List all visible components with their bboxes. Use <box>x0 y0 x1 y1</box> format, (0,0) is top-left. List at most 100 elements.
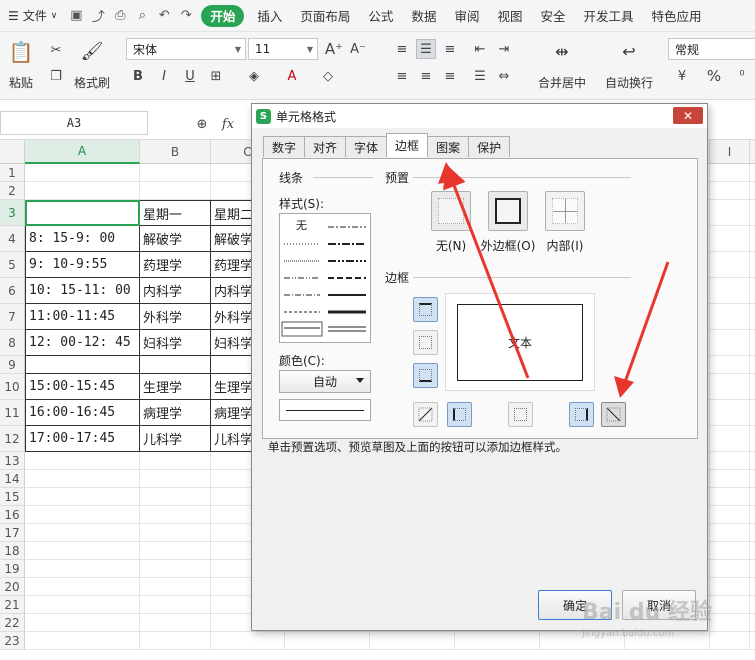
row-header-16[interactable]: 16 <box>0 506 25 524</box>
distribute-icon[interactable]: ⇔ <box>494 66 514 86</box>
export-icon[interactable]: ⤴ <box>87 5 109 27</box>
row-header-5[interactable]: 5 <box>0 252 25 278</box>
tab-data[interactable]: 数据 <box>402 0 445 32</box>
cancel-button[interactable]: 取消 <box>622 590 696 620</box>
cell-b12[interactable]: 儿科学 <box>140 426 211 452</box>
grid-cell[interactable] <box>750 614 755 632</box>
align-middle-icon[interactable]: ☰ <box>416 39 436 59</box>
undo-icon[interactable]: ↶ <box>153 5 175 27</box>
preset-inside-button[interactable] <box>545 191 585 231</box>
tab-security[interactable]: 安全 <box>531 0 574 32</box>
tab-formulas[interactable]: 公式 <box>359 0 402 32</box>
paste-button[interactable]: 📋 粘贴 <box>4 40 38 91</box>
grid-cell[interactable] <box>625 632 710 650</box>
tab-view[interactable]: 视图 <box>488 0 531 32</box>
cell-b1[interactable] <box>140 164 211 182</box>
grid-cell[interactable] <box>710 506 750 524</box>
grid-cell[interactable] <box>750 452 755 470</box>
row-header-13[interactable]: 13 <box>0 452 25 470</box>
grid-cell[interactable] <box>710 426 750 452</box>
row-header-20[interactable]: 20 <box>0 578 25 596</box>
cell-c23[interactable] <box>211 632 285 650</box>
grid-cell[interactable] <box>455 632 540 650</box>
print-icon[interactable]: ⎙ <box>109 5 131 27</box>
cell-a16[interactable] <box>25 506 140 524</box>
tab-insert[interactable]: 插入 <box>248 0 291 32</box>
column-header-i[interactable]: I <box>710 140 750 164</box>
cell-a22[interactable] <box>25 614 140 632</box>
wrap-text-button[interactable]: ↩ 自动换行 <box>598 40 660 91</box>
cell-b22[interactable] <box>140 614 211 632</box>
cell-a3[interactable] <box>25 200 140 226</box>
percent-icon[interactable]: % <box>704 66 724 86</box>
cell-b7[interactable]: 外科学 <box>140 304 211 330</box>
grid-cell[interactable] <box>710 542 750 560</box>
cell-b5[interactable]: 药理学 <box>140 252 211 278</box>
row-header-21[interactable]: 21 <box>0 596 25 614</box>
tab-developer[interactable]: 开发工具 <box>575 0 643 32</box>
cell-a2[interactable] <box>25 182 140 200</box>
row-header-8[interactable]: 8 <box>0 330 25 356</box>
italic-icon[interactable]: I <box>154 66 174 86</box>
grid-cell[interactable] <box>750 252 755 278</box>
grid-cell[interactable] <box>750 632 755 650</box>
row-header-23[interactable]: 23 <box>0 632 25 650</box>
cell-a6[interactable]: 10: 15-11: 00 <box>25 278 140 304</box>
cell-a5[interactable]: 9: 10-9:55 <box>25 252 140 278</box>
row-header-7[interactable]: 7 <box>0 304 25 330</box>
row-header-10[interactable]: 10 <box>0 374 25 400</box>
grid-cell[interactable] <box>710 488 750 506</box>
grid-cell[interactable] <box>750 470 755 488</box>
cell-b16[interactable] <box>140 506 211 524</box>
border-bottom-button[interactable] <box>413 363 438 388</box>
grid-cell[interactable] <box>285 632 370 650</box>
tab-protection[interactable]: 保护 <box>468 136 511 157</box>
grid-cell[interactable] <box>710 374 750 400</box>
grid-cell[interactable] <box>750 164 755 182</box>
copy-icon[interactable]: ❐ <box>46 66 66 86</box>
zoom-icon[interactable]: ⊕ <box>192 114 212 134</box>
tab-page-layout[interactable]: 页面布局 <box>291 0 359 32</box>
cell-b19[interactable] <box>140 560 211 578</box>
cell-a9[interactable] <box>25 356 140 374</box>
grid-cell[interactable] <box>710 330 750 356</box>
tab-review[interactable]: 审阅 <box>445 0 488 32</box>
grid-cell[interactable] <box>750 524 755 542</box>
row-header-19[interactable]: 19 <box>0 560 25 578</box>
format-painter-button[interactable]: 🖌 格式刷 <box>72 40 112 91</box>
cell-b13[interactable] <box>140 452 211 470</box>
row-header-1[interactable]: 1 <box>0 164 25 182</box>
grid-cell[interactable] <box>710 632 750 650</box>
cell-a13[interactable] <box>25 452 140 470</box>
print-preview-icon[interactable]: ⌕ <box>131 5 153 27</box>
row-header-9[interactable]: 9 <box>0 356 25 374</box>
save-icon[interactable]: ▣ <box>65 5 87 27</box>
clear-format-icon[interactable]: ◇ <box>318 66 338 86</box>
fill-color-icon[interactable]: ◈ <box>244 66 264 86</box>
row-header-12[interactable]: 12 <box>0 426 25 452</box>
tab-border[interactable]: 边框 <box>386 133 429 157</box>
cut-icon[interactable]: ✂ <box>46 40 66 60</box>
border-top-button[interactable] <box>413 297 438 322</box>
cell-b2[interactable] <box>140 182 211 200</box>
grid-cell[interactable] <box>750 304 755 330</box>
align-right-icon[interactable]: ≡ <box>440 66 460 86</box>
decrease-font-icon[interactable]: A⁻ <box>348 39 368 59</box>
grid-cell[interactable] <box>710 470 750 488</box>
font-color-icon[interactable]: A <box>282 66 302 86</box>
grid-cell[interactable] <box>750 506 755 524</box>
cell-b6[interactable]: 内科学 <box>140 278 211 304</box>
column-header-b[interactable]: B <box>140 140 211 164</box>
cell-b21[interactable] <box>140 596 211 614</box>
grid-cell[interactable] <box>750 560 755 578</box>
cell-a21[interactable] <box>25 596 140 614</box>
row-header-15[interactable]: 15 <box>0 488 25 506</box>
cell-a17[interactable] <box>25 524 140 542</box>
cell-a4[interactable]: 8: 15-9: 00 <box>25 226 140 252</box>
grid-cell[interactable] <box>710 614 750 632</box>
tab-number[interactable]: 数字 <box>263 136 306 157</box>
grid-cell[interactable] <box>750 182 755 200</box>
bold-icon[interactable]: B <box>128 66 148 86</box>
grid-cell[interactable] <box>710 278 750 304</box>
align-top-icon[interactable]: ≡ <box>392 39 412 59</box>
